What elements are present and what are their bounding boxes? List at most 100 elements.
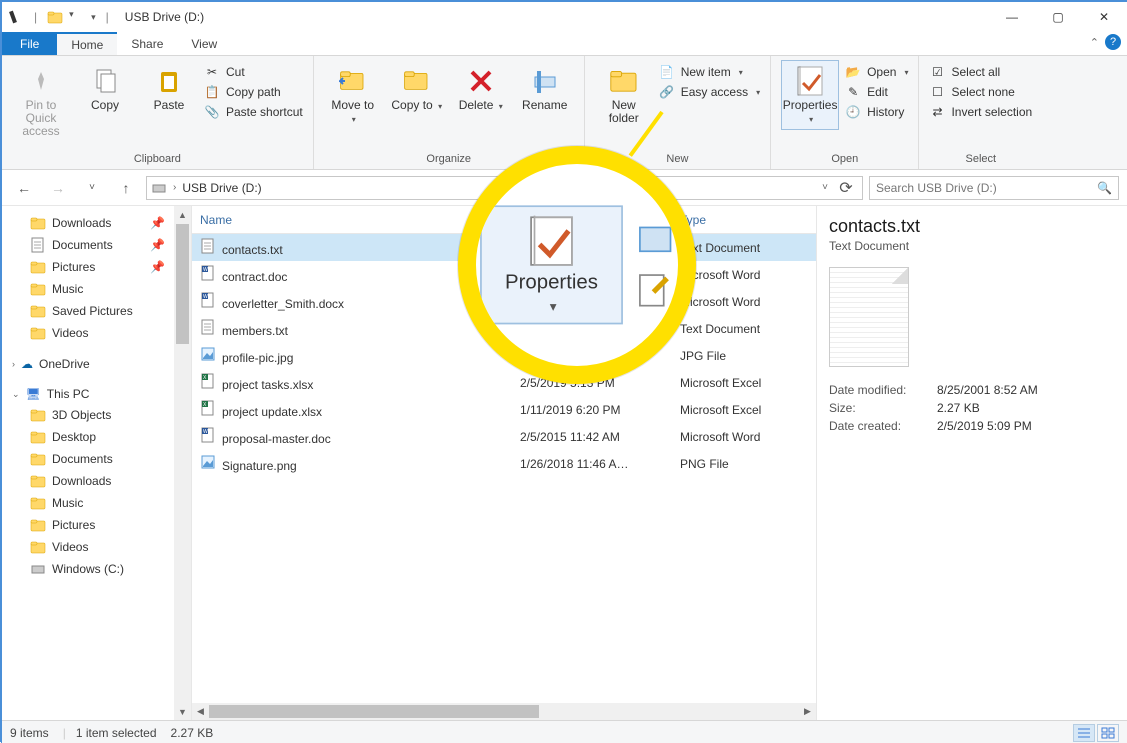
qat-overflow[interactable]: ▾ (91, 12, 96, 23)
address-dropdown-icon[interactable]: ˅ (822, 182, 828, 193)
copy-path-button[interactable]: 📋Copy path (204, 84, 303, 100)
copy-button[interactable]: Copy (76, 60, 134, 117)
open-button[interactable]: 📂Open ▾ (845, 64, 908, 80)
nav-windows-c[interactable]: Windows (C:) (6, 558, 187, 580)
forward-button[interactable]: → (44, 174, 72, 202)
scroll-up-icon[interactable]: ▲ (174, 206, 191, 223)
file-row[interactable]: Signature.png1/26/2018 11:46 A…PNG File (192, 450, 816, 477)
file-date: 1/26/2018 11:46 A… (512, 457, 672, 471)
search-input[interactable]: Search USB Drive (D:) 🔍 (869, 176, 1119, 200)
nav-downloads-pc[interactable]: Downloads (6, 470, 187, 492)
nav-documents[interactable]: Documents📌 (6, 234, 187, 256)
file-row[interactable]: project update.xlsx1/11/2019 6:20 PMMicr… (192, 396, 816, 423)
nav-scrollbar[interactable]: ▲ ▼ (174, 206, 191, 720)
pin-icon: 📌 (150, 216, 165, 230)
hscroll-left-icon[interactable]: ◀ (192, 703, 209, 720)
file-icon (200, 319, 216, 335)
details-created-value: 2/5/2019 5:09 PM (937, 419, 1115, 433)
file-name: project tasks.xlsx (222, 378, 313, 392)
select-all-button[interactable]: ☑Select all (929, 64, 1032, 80)
cut-button[interactable]: ✂Cut (204, 64, 303, 80)
properties-button[interactable]: Properties▾ (781, 60, 839, 130)
window-title: USB Drive (D:) (125, 10, 204, 24)
recent-locations-button[interactable]: ˅ (78, 174, 106, 202)
nav-this-pc[interactable]: ⌄🖥This PC (6, 384, 187, 404)
details-size-value: 2.27 KB (937, 401, 1115, 415)
select-none-button[interactable]: ☐Select none (929, 84, 1032, 100)
nav-3d-objects[interactable]: 3D Objects (6, 404, 187, 426)
file-date: 2/5/2015 11:42 AM (512, 430, 672, 444)
nav-videos[interactable]: Videos (6, 322, 187, 344)
breadcrumb[interactable]: USB Drive (D:) (182, 181, 261, 195)
view-thumbnails-button[interactable] (1097, 724, 1119, 742)
nav-pictures-pc[interactable]: Pictures (6, 514, 187, 536)
help-icon[interactable]: ? (1105, 34, 1121, 50)
scroll-down-icon[interactable]: ▼ (174, 703, 191, 720)
nav-desktop[interactable]: Desktop (6, 426, 187, 448)
paste-button[interactable]: Paste (140, 60, 198, 117)
new-item-button[interactable]: 📄New item ▾ (659, 64, 760, 80)
file-icon (200, 265, 216, 281)
nav-onedrive[interactable]: ›☁OneDrive (6, 354, 187, 374)
invert-selection-button[interactable]: ⇄Invert selection (929, 104, 1032, 120)
ribbon-collapse-icon[interactable]: ⌃ (1090, 36, 1099, 49)
history-button[interactable]: 🕘History (845, 104, 908, 120)
file-row[interactable]: project tasks.xlsx2/5/2019 5:13 PMMicros… (192, 369, 816, 396)
tab-file[interactable]: File (2, 32, 57, 55)
file-type: PNG File (672, 457, 816, 471)
edit-button[interactable]: ✎Edit (845, 84, 908, 100)
pin-to-quick-access-button[interactable]: Pin to Quick access (12, 60, 70, 144)
move-to-button[interactable]: Move to ▾ (324, 60, 382, 130)
hscroll-right-icon[interactable]: ▶ (799, 703, 816, 720)
nav-downloads[interactable]: Downloads📌 (6, 212, 187, 234)
close-button[interactable]: ✕ (1081, 2, 1127, 32)
file-type: Microsoft Excel (672, 403, 816, 417)
up-button[interactable]: ↑ (112, 174, 140, 202)
app-icon (8, 9, 24, 25)
file-row[interactable]: proposal-master.doc2/5/2015 11:42 AMMicr… (192, 423, 816, 450)
qat-folder-icon[interactable] (47, 9, 63, 25)
file-name: contacts.txt (222, 243, 283, 257)
qat-dropdown-icon[interactable]: ▾ (69, 9, 85, 25)
minimize-button[interactable]: — (989, 2, 1035, 32)
nav-music[interactable]: Music (6, 278, 187, 300)
easy-access-button[interactable]: 🔗Easy access ▾ (659, 84, 760, 100)
file-icon (200, 400, 216, 416)
search-icon: 🔍 (1097, 181, 1112, 195)
paste-shortcut-button[interactable]: 📎Paste shortcut (204, 104, 303, 120)
tab-home[interactable]: Home (57, 32, 117, 55)
callout-edit-icon (637, 272, 674, 309)
nav-documents-pc[interactable]: Documents (6, 448, 187, 470)
tab-view[interactable]: View (177, 32, 231, 55)
nav-pictures[interactable]: Pictures📌 (6, 256, 187, 278)
delete-button[interactable]: Delete ▾ (452, 60, 510, 117)
hscroll-thumb[interactable] (209, 705, 539, 718)
tab-share[interactable]: Share (117, 32, 177, 55)
file-icon (200, 238, 216, 254)
nav-music-pc[interactable]: Music (6, 492, 187, 514)
details-subtitle: Text Document (829, 239, 1115, 253)
files-hscrollbar[interactable]: ◀ ▶ (192, 703, 816, 720)
file-icon (200, 292, 216, 308)
callout-properties-button: Properties▾ (480, 205, 623, 325)
view-details-button[interactable] (1073, 724, 1095, 742)
refresh-button[interactable]: ⟳ (834, 176, 858, 200)
maximize-button[interactable]: ▢ (1035, 2, 1081, 32)
back-button[interactable]: ← (10, 174, 38, 202)
details-size-label: Size: (829, 401, 929, 415)
scroll-thumb[interactable] (176, 224, 189, 344)
column-type[interactable]: Type (672, 213, 816, 227)
nav-videos-pc[interactable]: Videos (6, 536, 187, 558)
status-size: 2.27 KB (171, 726, 214, 740)
rename-button[interactable]: Rename (516, 60, 574, 117)
copy-to-button[interactable]: Copy to ▾ (388, 60, 446, 117)
new-folder-button[interactable]: New folder (595, 60, 653, 130)
file-icon (200, 454, 216, 470)
details-thumbnail (829, 267, 909, 367)
status-item-count: 9 items (10, 726, 49, 740)
file-type: Microsoft Word (672, 430, 816, 444)
clipboard-group-label: Clipboard (12, 153, 303, 167)
drive-icon (151, 180, 167, 196)
pin-icon: 📌 (150, 260, 165, 274)
nav-saved-pictures[interactable]: Saved Pictures (6, 300, 187, 322)
